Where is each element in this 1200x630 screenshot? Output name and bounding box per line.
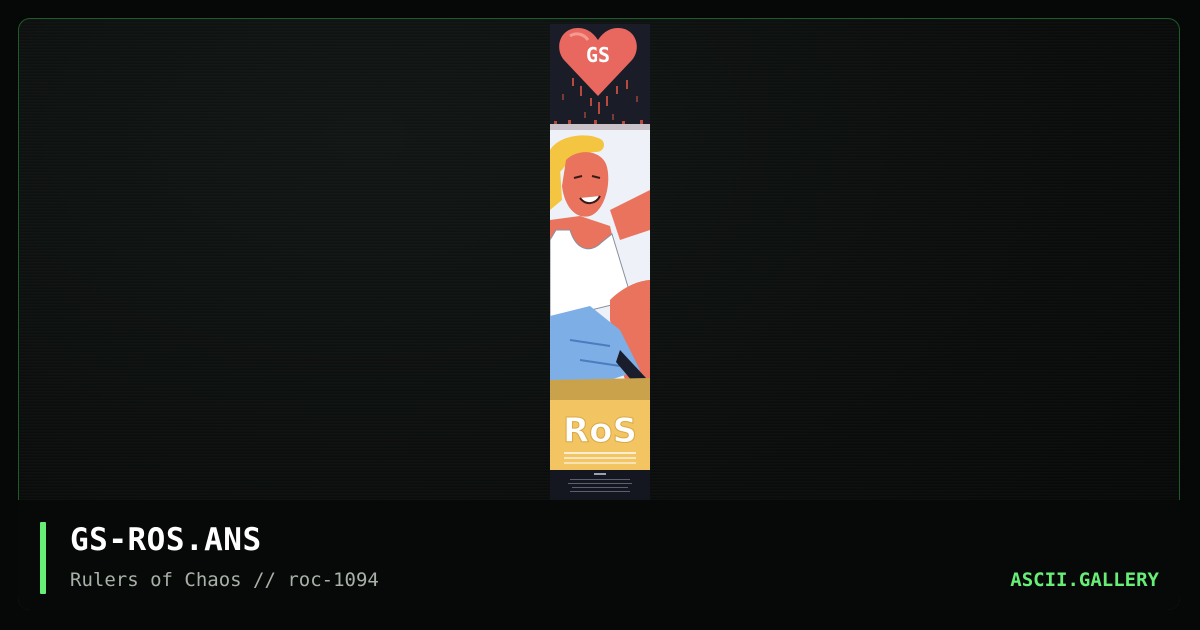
ros-logo: RoS	[562, 411, 638, 464]
drip	[572, 78, 574, 86]
heart-logo: GS	[550, 28, 650, 130]
drip	[580, 86, 582, 96]
ansi-artwork-preview[interactable]: GS RoS	[550, 24, 650, 500]
drip	[612, 114, 614, 120]
site-brand-link[interactable]: ASCII.GALLERY	[1010, 569, 1159, 591]
artwork-subtitle: Rulers of Chaos // roc-1094	[70, 569, 379, 591]
artwork-logo-section: RoS	[550, 400, 650, 470]
face	[562, 152, 609, 217]
artwork-heart-section: GS	[550, 24, 650, 130]
artwork-illustration-section	[550, 130, 650, 400]
artwork-credits-section	[550, 470, 650, 500]
heart-text: GS	[586, 43, 610, 67]
drip	[626, 80, 628, 89]
arm	[610, 190, 650, 240]
accent-bar	[40, 522, 46, 594]
drip	[590, 98, 592, 106]
credits-lines	[568, 473, 632, 492]
drip	[584, 112, 586, 118]
logo-text: RoS	[563, 411, 637, 451]
drip	[636, 96, 638, 102]
drip	[606, 96, 608, 106]
drip	[598, 102, 600, 114]
drip	[562, 94, 564, 100]
floor	[550, 378, 650, 400]
drip	[616, 86, 618, 94]
figure-illustration	[550, 135, 650, 400]
card-footer: GS-ROS.ANS Rulers of Chaos // roc-1094 A…	[18, 500, 1180, 610]
artwork-title[interactable]: GS-ROS.ANS	[70, 522, 262, 558]
